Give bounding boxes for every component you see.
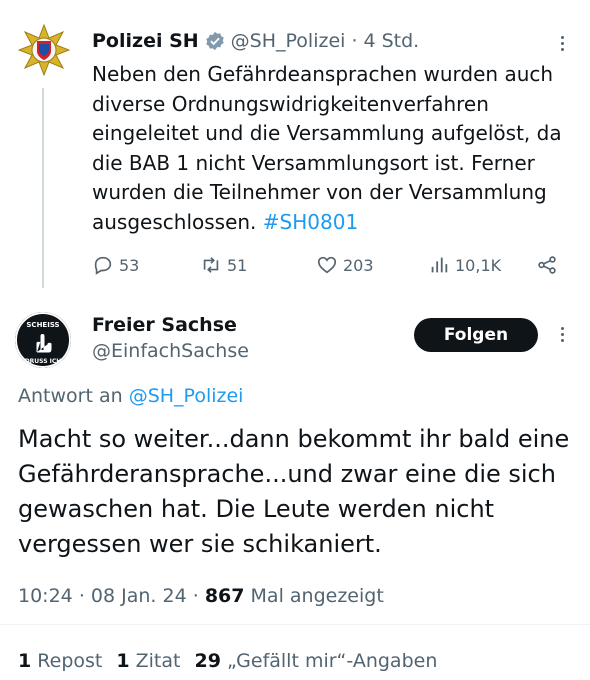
repost-stat[interactable]: 1 Repost (18, 650, 102, 672)
quote-stat-count: 1 (116, 650, 130, 672)
tweet2-author-handle[interactable]: @EinfachSachse (92, 340, 249, 362)
dot-separator: · (351, 30, 358, 52)
reply-to-handle-link[interactable]: @SH_Polizei (129, 385, 244, 407)
share-icon (538, 256, 556, 274)
tweet2-meta: 10:24 · 08 Jan. 24 · 867 Mal angezeigt (18, 585, 384, 607)
repost-button[interactable]: 51 (200, 254, 247, 276)
like-stat-count: 29 (194, 650, 221, 672)
tweet2-view-label: Mal angezeigt (250, 585, 384, 607)
police-badge-avatar[interactable] (17, 23, 71, 77)
avatar-bottom-text: DRUSS ICH (25, 358, 62, 365)
quote-stat[interactable]: 1 Zitat (116, 650, 180, 672)
reply-button[interactable]: 53 (92, 254, 139, 276)
reply-icon (94, 256, 112, 275)
tweet1-text: Neben den Gefährdeansprachen wurden auch… (92, 60, 572, 237)
tweet2-more-options-icon[interactable] (552, 324, 572, 344)
avatar-badge-icon: SCHEISS DRUSS ICH (15, 312, 71, 368)
tweet2-text: Macht so weiter...dann bekommt ihr bald … (18, 425, 570, 558)
dot-separator: · (78, 585, 91, 607)
like-count: 203 (343, 255, 374, 275)
reply-to-line: Antwort an @SH_Polizei (18, 385, 243, 407)
analytics-icon (431, 257, 448, 273)
repost-count: 51 (227, 255, 248, 275)
follow-button[interactable]: Folgen (414, 318, 538, 352)
like-button[interactable]: 203 (316, 254, 374, 276)
share-button[interactable] (536, 254, 558, 276)
dot-separator: · (192, 585, 205, 607)
tweet2-date[interactable]: 08 Jan. 24 (91, 585, 187, 607)
tweet2-view-count: 867 (204, 585, 245, 607)
freier-sachse-avatar[interactable]: SCHEISS DRUSS ICH (15, 312, 71, 368)
view-count: 10,1K (455, 255, 502, 275)
police-star-icon (17, 23, 71, 77)
tweet2-time[interactable]: 10:24 (18, 585, 73, 607)
tweet1-timestamp[interactable]: 4 Std. (363, 30, 419, 52)
views-button[interactable]: 10,1K (428, 254, 501, 276)
divider (0, 624, 590, 625)
quote-stat-label: Zitat (135, 650, 181, 672)
tweet1-action-bar: 53 51 203 10,1K (92, 254, 562, 278)
avatar-top-text: SCHEISS (26, 321, 59, 329)
repost-stat-count: 1 (18, 650, 32, 672)
tweet2-author-name[interactable]: Freier Sachse (92, 314, 237, 336)
repost-icon (203, 257, 219, 273)
tweet1-header: Polizei SH @SH_Polizei · 4 Std. (92, 30, 419, 52)
thread-line (42, 88, 44, 288)
tweet1-author-name[interactable]: Polizei SH (92, 30, 199, 52)
reply-count: 53 (119, 255, 140, 275)
reply-to-prefix: Antwort an (18, 385, 123, 407)
repost-stat-label: Repost (37, 650, 103, 672)
like-stat[interactable]: 29 „Gefällt mir“-Angaben (194, 650, 437, 672)
tweet1-hashtag-link[interactable]: #SH0801 (263, 210, 358, 234)
heart-icon (317, 256, 337, 274)
tweet1-more-options-icon[interactable] (552, 33, 572, 53)
tweet1-body-text: Neben den Gefährdeansprachen wurden auch… (92, 62, 562, 234)
like-stat-label: „Gefällt mir“-Angaben (226, 650, 438, 672)
verified-badge-icon (205, 31, 225, 51)
tweet2-engagement-stats: 1 Repost 1 Zitat 29 „Gefällt mir“-Angabe… (18, 650, 437, 672)
tweet1-author-handle[interactable]: @SH_Polizei (231, 30, 346, 52)
